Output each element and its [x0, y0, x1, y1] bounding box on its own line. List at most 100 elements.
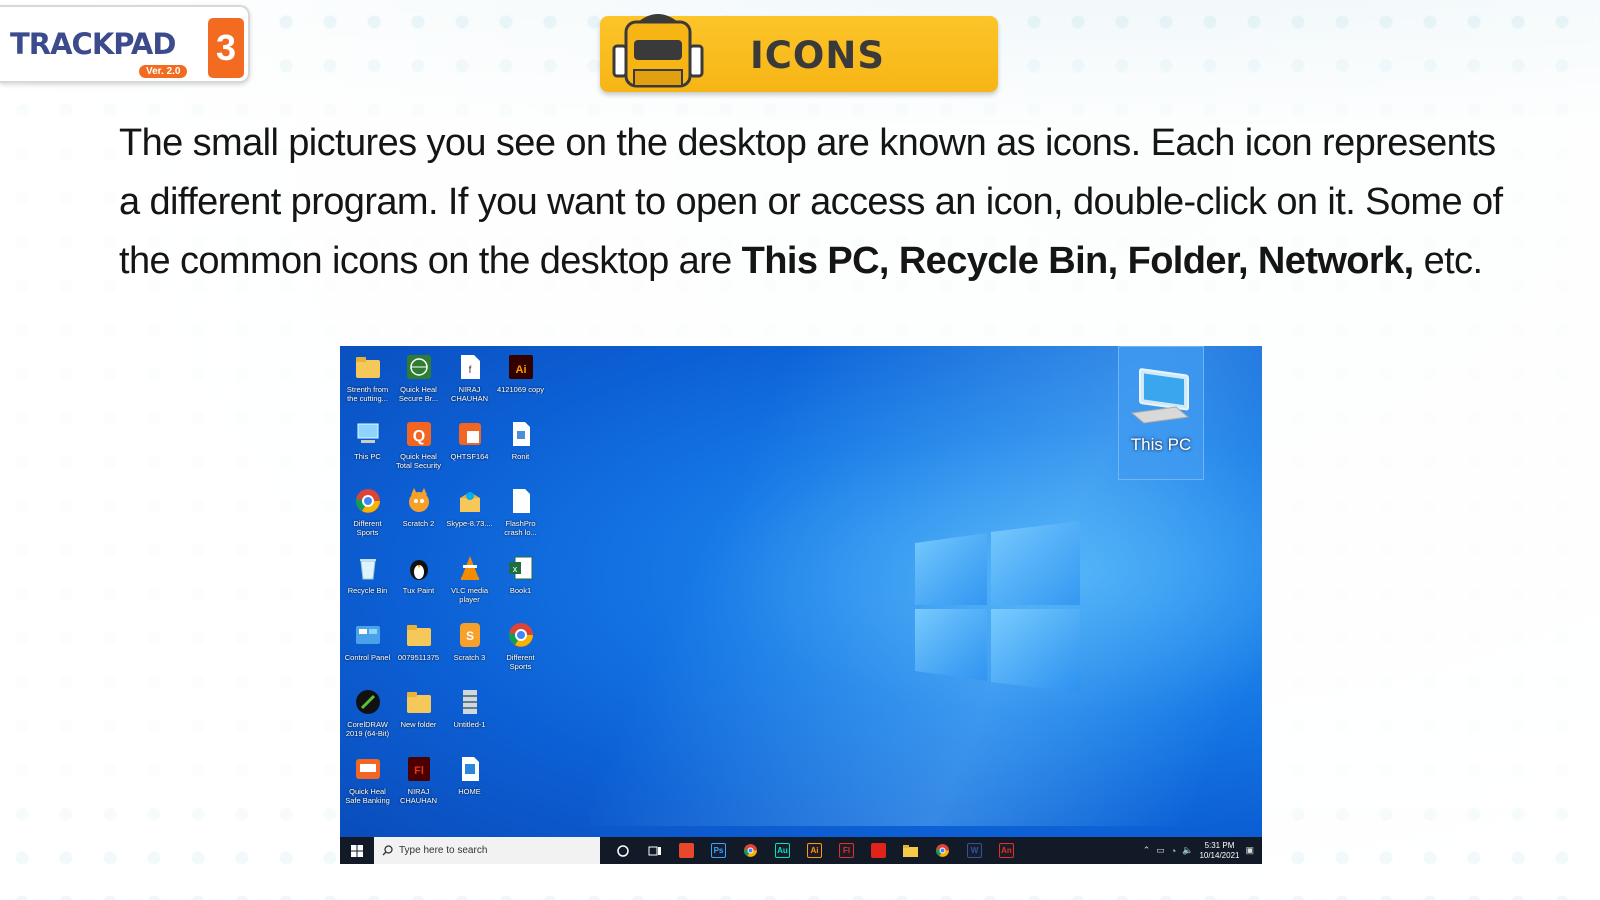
desktop-icon-label: Recycle Bin: [347, 586, 388, 595]
desktop-icon[interactable]: Quick Heal Safe Banking: [342, 752, 393, 819]
tray-up-arrow-icon[interactable]: ⌃: [1143, 845, 1151, 856]
desktop-icon[interactable]: 0079511375: [393, 618, 444, 685]
illustrator-icon[interactable]: Ai: [804, 840, 825, 861]
control-panel-icon: [353, 620, 383, 650]
desktop-icon[interactable]: This PC: [342, 417, 393, 484]
logo-version: Ver. 2.0: [139, 65, 188, 78]
desktop-icon[interactable]: New folder: [393, 685, 444, 752]
trackpad-logo: TRACKPAD Ver. 2.0 3: [0, 5, 250, 83]
desktop-icon[interactable]: Strenth from the cutting...: [342, 350, 393, 417]
audition-icon[interactable]: Au: [772, 840, 793, 861]
globe-icon: [404, 352, 434, 382]
desktop-icon[interactable]: HOME: [444, 752, 495, 819]
desktop-icon-label: FlashPro crash lo...: [504, 519, 537, 537]
swf-file-icon: f: [455, 352, 485, 382]
this-pc-selected-icon[interactable]: This PC: [1118, 346, 1204, 480]
taskbar-clock[interactable]: 5:31 PM 10/14/2021: [1199, 841, 1239, 861]
monitor-icon: [353, 419, 383, 449]
flash-icon[interactable]: Fl: [836, 840, 857, 861]
task-view-icon[interactable]: [644, 840, 665, 861]
desktop-icon-label: Quick Heal Secure Br...: [398, 385, 439, 403]
folder-icon: [404, 620, 434, 650]
desktop-icon[interactable]: Recycle Bin: [342, 551, 393, 618]
desktop-icon-label: Different Sports: [353, 519, 382, 537]
desktop-icon[interactable]: Different Sports: [495, 618, 546, 685]
anydesk-icon[interactable]: [676, 840, 697, 861]
vlc-cone-icon: [455, 553, 485, 583]
desktop-icon[interactable]: Tux Paint: [393, 551, 444, 618]
desktop-icon-label: NIRAJ CHAUHAN: [450, 385, 489, 403]
desktop-icon-label: CorelDRAW 2019 (64-Bit): [345, 720, 390, 738]
desktop-icon[interactable]: f NIRAJ CHAUHAN: [444, 350, 495, 417]
animate-icon[interactable]: An: [996, 840, 1017, 861]
battery-icon[interactable]: ▭: [1156, 845, 1165, 856]
start-button[interactable]: [340, 837, 374, 864]
desktop-icon[interactable]: Untitled-1: [444, 685, 495, 752]
desktop-icon[interactable]: FlashPro crash lo...: [495, 484, 546, 551]
desktop-icon-label: VLC media player: [450, 586, 489, 604]
folder-icon: [404, 687, 434, 717]
desktop-icon[interactable]: Skype-8.73....: [444, 484, 495, 551]
recycle-bin-icon: [353, 553, 383, 583]
desktop-icon[interactable]: Fl NIRAJ CHAUHAN: [393, 752, 444, 819]
notifications-icon[interactable]: ▣: [1245, 845, 1254, 856]
desktop-icon-label: Ronit: [511, 452, 530, 461]
search-placeholder: Type here to search: [399, 845, 488, 856]
taskbar: Type here to search Ps Au Ai Fl W An ⌃ ▭ ◔ 🔈 …: [340, 837, 1262, 864]
chrome-icon[interactable]: [740, 840, 761, 861]
desktop-icon-label: New folder: [400, 720, 437, 729]
svg-text:f: f: [468, 365, 471, 376]
pinned-apps: Ps Au Ai Fl W An: [612, 840, 1017, 861]
cortana-icon[interactable]: [612, 840, 633, 861]
desktop-icon-grid: Strenth from the cutting... Quick Heal Se…: [340, 346, 546, 819]
acrobat-icon[interactable]: [868, 840, 889, 861]
file-explorer-icon[interactable]: [900, 840, 921, 861]
desktop-icon-label: Book1: [509, 586, 532, 595]
desktop-icon[interactable]: VLC media player: [444, 551, 495, 618]
desktop-icon[interactable]: CorelDRAW 2019 (64-Bit): [342, 685, 393, 752]
word-icon[interactable]: W: [964, 840, 985, 861]
volume-icon[interactable]: 🔈: [1182, 845, 1193, 856]
computer-mascot-icon: [612, 14, 704, 88]
desktop-icon[interactable]: QHTSF164: [444, 417, 495, 484]
desktop-icon-label: Quick Heal Total Security: [395, 452, 442, 470]
penguin-icon: [404, 553, 434, 583]
windows-start-icon: [351, 844, 363, 857]
excel-icon: x: [506, 553, 536, 583]
taskbar-search[interactable]: Type here to search: [374, 837, 600, 864]
desktop-icon[interactable]: Control Panel: [342, 618, 393, 685]
desktop-icon[interactable]: Ronit: [495, 417, 546, 484]
desktop-icon[interactable]: Ai 4121069 copy: [495, 350, 546, 417]
network-icon[interactable]: ◔: [1171, 846, 1176, 856]
desktop-icon[interactable]: Quick Heal Secure Br...: [393, 350, 444, 417]
svg-text:Fl: Fl: [414, 765, 424, 777]
scratch-cat-icon: [404, 486, 434, 516]
desktop-icon[interactable]: Q Quick Heal Total Security: [393, 417, 444, 484]
flash-icon: Fl: [404, 754, 434, 784]
logo-brand: TRACKPAD: [10, 27, 176, 61]
windows-logo-wallpaper: [915, 521, 1080, 693]
archive-icon: [455, 687, 485, 717]
title-banner: ICONS: [600, 14, 998, 92]
search-icon: [382, 845, 393, 856]
shortcut-file-icon: [455, 754, 485, 784]
safe-banking-icon: [353, 754, 383, 784]
chrome-alt-icon[interactable]: [932, 840, 953, 861]
monitor-icon: [1130, 368, 1190, 424]
desktop-icon-label: Scratch 3: [453, 653, 486, 662]
desktop-icon[interactable]: Scratch 2: [393, 484, 444, 551]
desktop-icon-label: NIRAJ CHAUHAN: [399, 787, 438, 805]
desktop-icon[interactable]: Different Sports: [342, 484, 393, 551]
desktop-icon[interactable]: S Scratch 3: [444, 618, 495, 685]
installer-icon: [455, 419, 485, 449]
desktop-icon-label: QHTSF164: [450, 452, 489, 461]
desktop-icon[interactable]: x Book1: [495, 551, 546, 618]
photoshop-icon[interactable]: Ps: [708, 840, 729, 861]
desktop-icon-label: 0079511375: [397, 653, 440, 662]
desktop-icon-label: 4121069 copy: [496, 385, 545, 394]
svg-text:S: S: [465, 629, 473, 643]
chrome-icon: [506, 620, 536, 650]
logo-level: 3: [208, 18, 244, 78]
svg-text:Ai: Ai: [515, 364, 526, 376]
document-icon: [506, 419, 536, 449]
